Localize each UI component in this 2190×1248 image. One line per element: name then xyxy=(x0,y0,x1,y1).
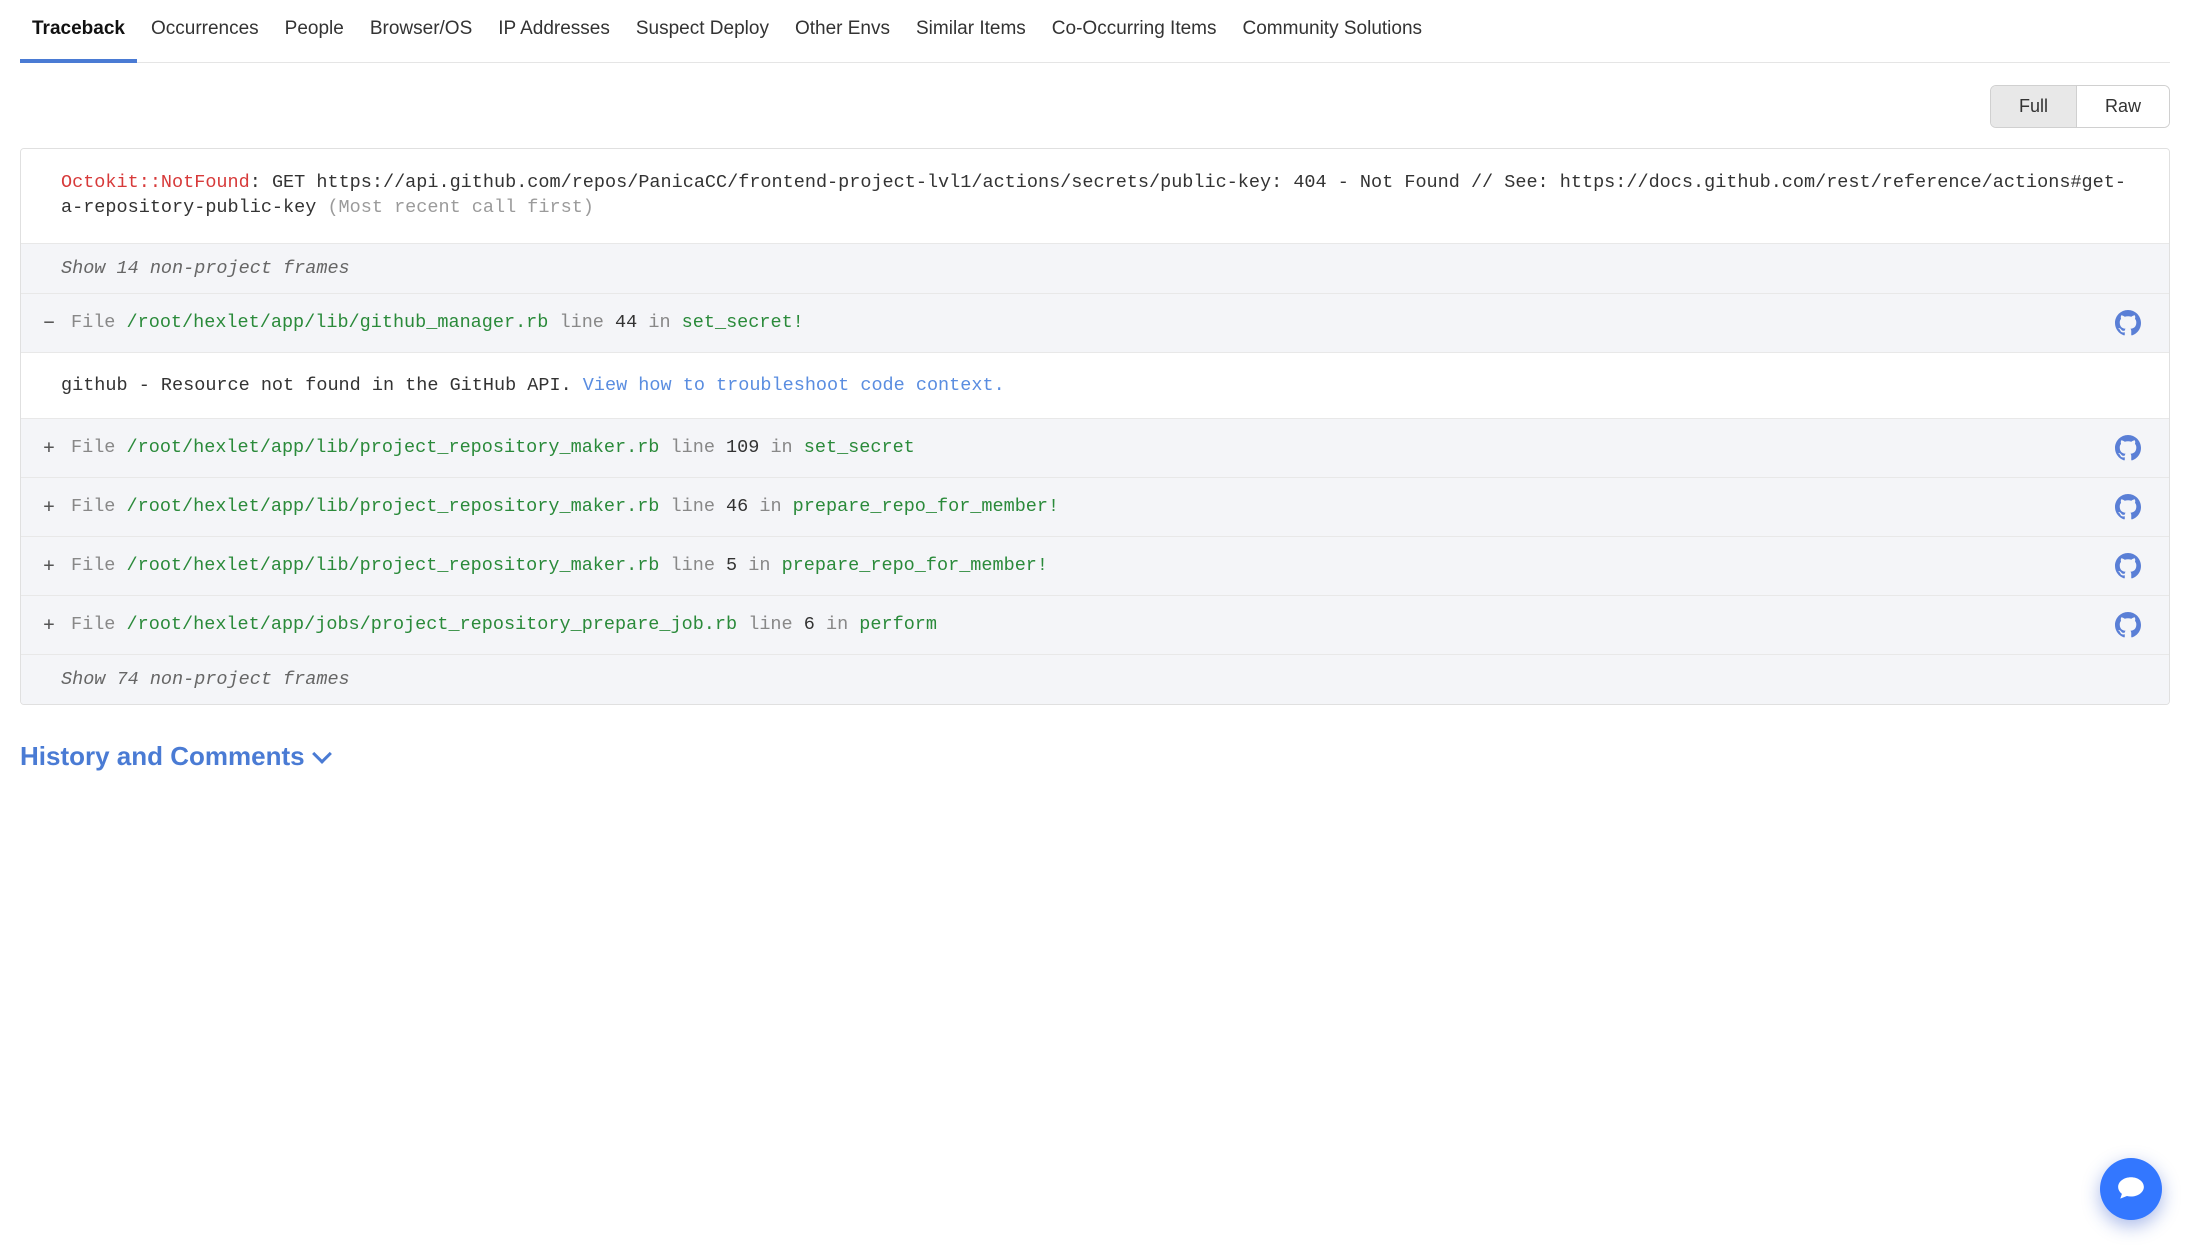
github-icon[interactable] xyxy=(2115,435,2141,461)
tab-co-occurring-items[interactable]: Co-Occurring Items xyxy=(1052,0,1217,62)
expand-icon[interactable]: + xyxy=(41,614,57,635)
frame-path: /root/hexlet/app/lib/project_repository_… xyxy=(127,555,660,576)
tab-people[interactable]: People xyxy=(285,0,344,62)
stack-frame[interactable]: + File /root/hexlet/app/lib/project_repo… xyxy=(21,536,2169,595)
frame-method: prepare_repo_for_member! xyxy=(782,555,1048,576)
frame-line: 44 xyxy=(615,312,637,333)
stack-frame[interactable]: + File /root/hexlet/app/lib/project_repo… xyxy=(21,418,2169,477)
tab-traceback[interactable]: Traceback xyxy=(32,0,125,62)
tab-ip-addresses[interactable]: IP Addresses xyxy=(498,0,610,62)
github-icon[interactable] xyxy=(2115,494,2141,520)
frame-summary: File /root/hexlet/app/lib/project_reposi… xyxy=(71,437,2101,458)
tab-suspect-deploy[interactable]: Suspect Deploy xyxy=(636,0,769,62)
collapse-icon[interactable]: − xyxy=(41,312,57,333)
show-hidden-frames-after[interactable]: Show 74 non-project frames xyxy=(21,654,2169,704)
frame-line: 109 xyxy=(726,437,759,458)
expand-icon[interactable]: + xyxy=(41,437,57,458)
view-full-button[interactable]: Full xyxy=(1991,86,2076,127)
frame-method: perform xyxy=(859,614,937,635)
tab-other-envs[interactable]: Other Envs xyxy=(795,0,890,62)
tab-occurrences[interactable]: Occurrences xyxy=(151,0,259,62)
frame-summary: File /root/hexlet/app/lib/project_reposi… xyxy=(71,496,2101,517)
stack-frame[interactable]: − File /root/hexlet/app/lib/github_manag… xyxy=(21,293,2169,352)
github-icon[interactable] xyxy=(2115,553,2141,579)
frame-method: prepare_repo_for_member! xyxy=(793,496,1059,517)
frame-path: /root/hexlet/app/jobs/project_repository… xyxy=(127,614,738,635)
expand-icon[interactable]: + xyxy=(41,496,57,517)
history-comments-section[interactable]: History and Comments xyxy=(20,741,329,772)
github-icon[interactable] xyxy=(2115,310,2141,336)
traceback-box: Octokit::NotFound: GET https://api.githu… xyxy=(20,148,2170,705)
frame-summary: File /root/hexlet/app/jobs/project_repos… xyxy=(71,614,2101,635)
frame-line: 5 xyxy=(726,555,737,576)
frame-line: 46 xyxy=(726,496,748,517)
stack-frame[interactable]: + File /root/hexlet/app/jobs/project_rep… xyxy=(21,595,2169,654)
frame-path: /root/hexlet/app/lib/project_repository_… xyxy=(127,496,660,517)
tab-browser-os[interactable]: Browser/OS xyxy=(370,0,472,62)
show-hidden-frames-before[interactable]: Show 14 non-project frames xyxy=(21,243,2169,293)
expand-icon[interactable]: + xyxy=(41,555,57,576)
view-toggle: Full Raw xyxy=(20,85,2170,128)
view-raw-button[interactable]: Raw xyxy=(2076,86,2169,127)
frame-summary: File /root/hexlet/app/lib/github_manager… xyxy=(71,312,2101,333)
frame-body-text: github - Resource not found in the GitHu… xyxy=(61,375,583,396)
error-header: Octokit::NotFound: GET https://api.githu… xyxy=(21,149,2169,243)
frame-path: /root/hexlet/app/lib/project_repository_… xyxy=(127,437,660,458)
error-note: (Most recent call first) xyxy=(327,197,593,218)
chevron-down-icon xyxy=(312,745,332,765)
tab-community-solutions[interactable]: Community Solutions xyxy=(1243,0,1423,62)
error-sep: : xyxy=(250,172,272,193)
chat-icon xyxy=(2116,1174,2146,1204)
chat-widget[interactable] xyxy=(2100,1158,2162,1220)
error-class: Octokit::NotFound xyxy=(61,172,250,193)
github-icon[interactable] xyxy=(2115,612,2141,638)
frame-method: set_secret xyxy=(804,437,915,458)
frame-line: 6 xyxy=(804,614,815,635)
stack-frame[interactable]: + File /root/hexlet/app/lib/project_repo… xyxy=(21,477,2169,536)
section-label: History and Comments xyxy=(20,741,305,772)
frame-path: /root/hexlet/app/lib/github_manager.rb xyxy=(127,312,549,333)
tabs-bar: Traceback Occurrences People Browser/OS … xyxy=(20,0,2170,63)
frame-body: github - Resource not found in the GitHu… xyxy=(21,352,2169,418)
troubleshoot-link[interactable]: View how to troubleshoot code context. xyxy=(583,375,1005,396)
frame-method: set_secret! xyxy=(682,312,804,333)
tab-similar-items[interactable]: Similar Items xyxy=(916,0,1026,62)
frame-summary: File /root/hexlet/app/lib/project_reposi… xyxy=(71,555,2101,576)
